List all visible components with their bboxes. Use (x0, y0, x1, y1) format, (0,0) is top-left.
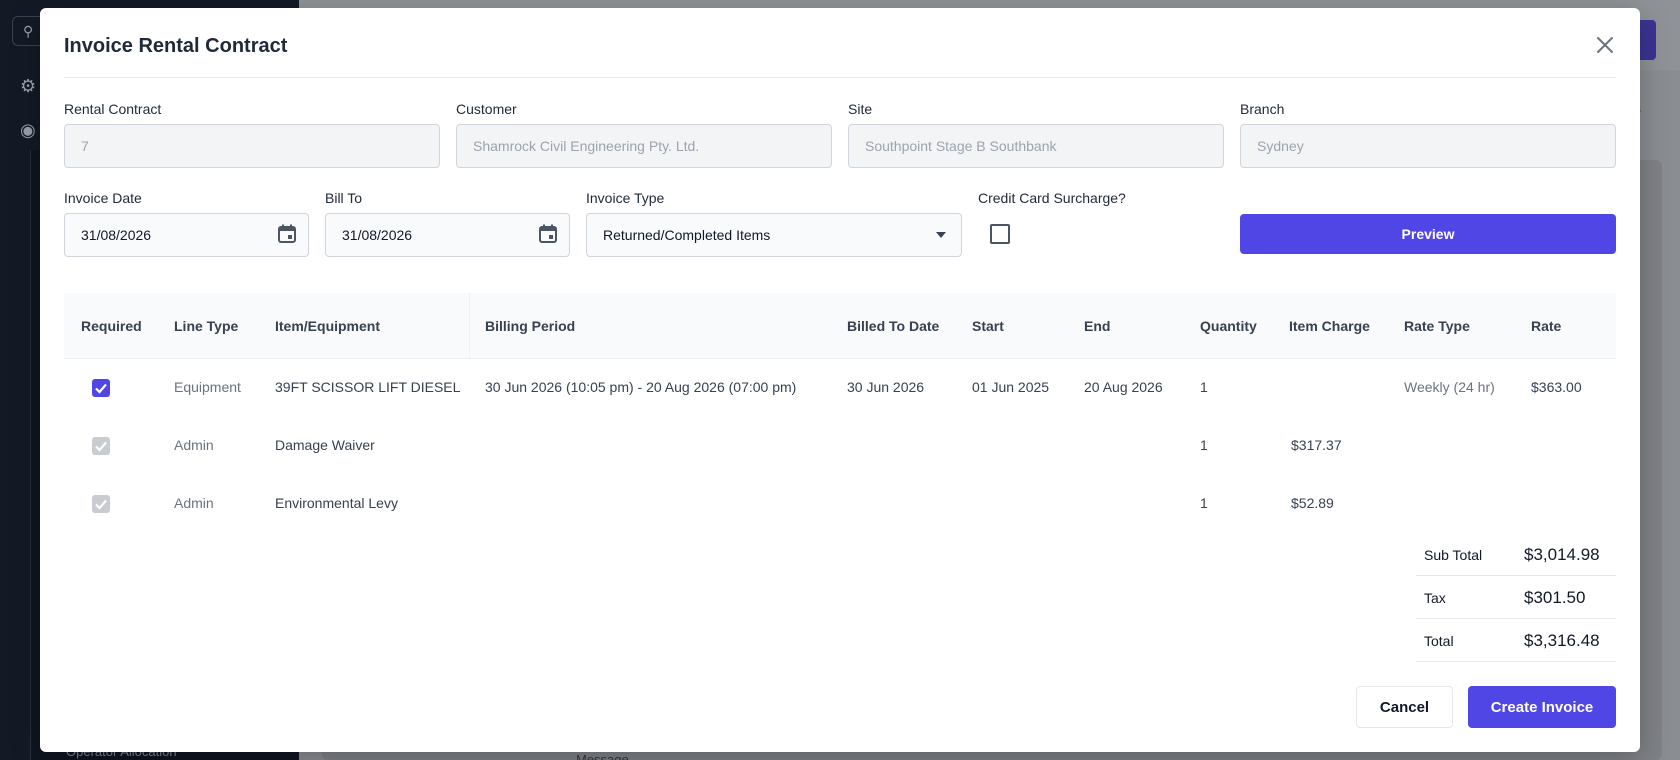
item-cell: 39FT SCISSOR LIFT DIESEL (275, 379, 461, 395)
preview-button[interactable]: Preview (1240, 214, 1616, 254)
column-header: Item Charge (1289, 318, 1370, 334)
column-divider (469, 293, 470, 359)
start-cell: 01 Jun 2025 (972, 379, 1050, 395)
cancel-button[interactable]: Cancel (1356, 686, 1453, 728)
subtotal-label: Sub Total (1424, 547, 1483, 563)
branch-input[interactable] (1240, 124, 1616, 168)
modal-header: Invoice Rental Contract (64, 8, 1616, 78)
billed-to-cell: 30 Jun 2026 (847, 379, 925, 395)
total-label: Total (1424, 633, 1454, 649)
end-cell: 20 Aug 2026 (1084, 379, 1163, 395)
subtotal-value: $3,014.98 (1524, 545, 1600, 564)
credit-card-surcharge-checkbox[interactable] (990, 224, 1010, 244)
calendar-icon[interactable] (276, 223, 298, 245)
chevron-down-icon (936, 232, 946, 238)
totals-divider (1416, 575, 1616, 576)
check-icon (95, 383, 107, 394)
palette-icon: ◉ (20, 120, 36, 140)
invoice-type-label: Invoice Type (586, 190, 665, 206)
invoice-date-input[interactable] (64, 213, 309, 257)
total-value: $3,316.48 (1524, 631, 1600, 650)
line-type-cell: Admin (174, 495, 214, 511)
totals-divider (1416, 618, 1616, 619)
rental-contract-label: Rental Contract (64, 101, 162, 117)
invoice-modal: Invoice Rental Contract Rental Contract … (40, 8, 1640, 752)
credit-card-surcharge-label: Credit Card Surcharge? (978, 190, 1126, 206)
column-header: End (1084, 318, 1111, 334)
tax-value: $301.50 (1524, 588, 1586, 607)
settings-icon: ⚙ (20, 76, 37, 96)
quantity-cell: 1 (1200, 379, 1208, 395)
line-type-cell: Equipment (174, 379, 241, 395)
tax-label: Tax (1424, 590, 1446, 606)
invoice-type-select[interactable]: Returned/Completed Items (586, 213, 962, 257)
item-charge-cell: $317.37 (1291, 437, 1342, 453)
customer-label: Customer (456, 101, 517, 117)
required-checkbox (92, 437, 110, 455)
customer-input[interactable] (456, 124, 832, 168)
bill-to-input[interactable] (325, 213, 570, 257)
column-header: Line Type (174, 318, 239, 334)
branch-label: Branch (1240, 101, 1285, 117)
item-cell: Environmental Levy (275, 495, 398, 511)
item-charge-cell: $52.89 (1291, 495, 1334, 511)
bill-to-label: Bill To (325, 190, 363, 206)
close-button[interactable] (1594, 34, 1616, 56)
table-header: Required Line Type Item/Equipment Billin… (64, 293, 1616, 359)
required-checkbox (92, 495, 110, 513)
close-icon (1597, 37, 1613, 53)
column-header: Item/Equipment (275, 318, 381, 334)
invoice-type-value: Returned/Completed Items (603, 227, 771, 243)
item-cell: Damage Waiver (275, 437, 375, 453)
column-header: Rate Type (1404, 318, 1470, 334)
check-icon (95, 441, 107, 452)
totals-divider (1416, 661, 1616, 662)
calendar-icon[interactable] (537, 223, 559, 245)
modal-title: Invoice Rental Contract (64, 35, 288, 57)
column-header: Rate (1531, 318, 1562, 334)
create-invoice-button[interactable]: Create Invoice (1468, 686, 1616, 728)
column-header: Billed To Date (847, 318, 940, 334)
column-header: Quantity (1200, 318, 1257, 334)
column-header: Billing Period (485, 318, 576, 334)
invoice-date-label: Invoice Date (64, 190, 142, 206)
background-message-text: Message (576, 752, 629, 760)
rate-cell: $363.00 (1531, 379, 1582, 395)
required-checkbox[interactable] (92, 379, 110, 397)
check-icon (95, 499, 107, 510)
column-header: Required (81, 318, 142, 334)
column-header: Start (972, 318, 1004, 334)
line-type-cell: Admin (174, 437, 214, 453)
site-label: Site (848, 101, 873, 117)
quantity-cell: 1 (1200, 437, 1208, 453)
rental-contract-input[interactable] (64, 124, 440, 168)
billing-period-cell: 30 Jun 2026 (10:05 pm) - 20 Aug 2026 (07… (485, 379, 797, 395)
rate-type-cell: Weekly (24 hr) (1404, 379, 1495, 395)
site-input[interactable] (848, 124, 1224, 168)
quantity-cell: 1 (1200, 495, 1208, 511)
